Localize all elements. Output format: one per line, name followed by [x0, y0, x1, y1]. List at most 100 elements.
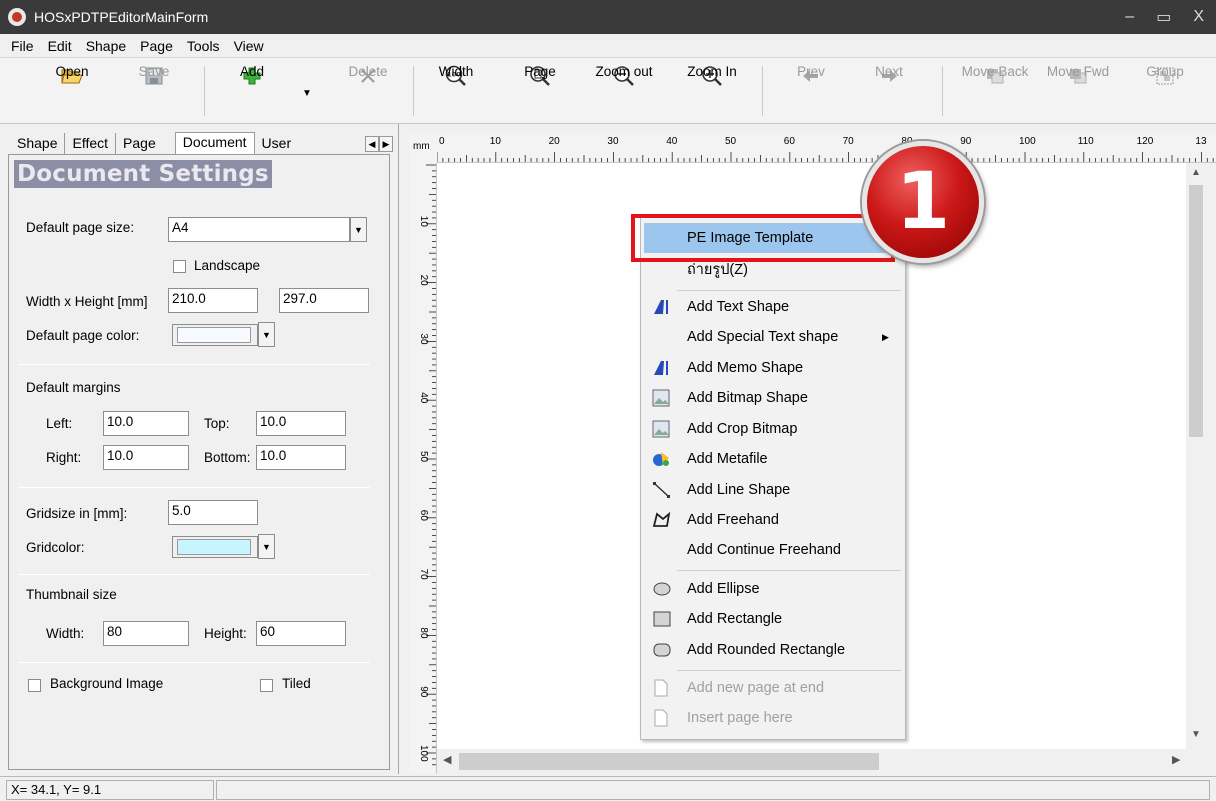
left-margin-field[interactable]: 10.0	[103, 411, 189, 436]
minimize-button[interactable]: ‒	[1125, 8, 1134, 26]
ruler-tick-label: 100	[1019, 136, 1036, 147]
ruler-tick-label: 60	[784, 136, 796, 147]
background-image-checkbox[interactable]	[28, 679, 41, 692]
step-callout-badge: 1	[862, 141, 984, 263]
ruler-tick-label: 10	[418, 216, 429, 228]
chevron-down-icon[interactable]: ▼	[258, 322, 275, 347]
tab-user[interactable]: User	[255, 133, 299, 154]
open-button[interactable]: Open	[36, 64, 108, 120]
tab-page[interactable]: Page	[116, 133, 163, 154]
vertical-scroll-thumb[interactable]	[1189, 185, 1203, 437]
menu-item-add-freehand[interactable]: Add Freehand	[644, 505, 902, 535]
scroll-down-icon[interactable]: ▼	[1191, 729, 1201, 740]
maximize-button[interactable]: ▭	[1156, 7, 1171, 27]
text-shape-icon	[652, 298, 672, 316]
zoom-out-button[interactable]: Zoom out	[588, 64, 660, 120]
ruler-tick-label: 30	[418, 333, 429, 345]
page-color-label: Default page color:	[26, 328, 140, 343]
menu-item-add-crop-bitmap[interactable]: Add Crop Bitmap	[644, 414, 902, 444]
tab-shape[interactable]: Shape	[10, 133, 66, 154]
horizontal-scrollbar[interactable]: ◀ ▶	[437, 749, 1186, 774]
menu-item-add-new-page-at-end[interactable]: Add new page at end	[644, 673, 902, 703]
ruler-tick-label: 40	[418, 392, 429, 404]
horizontal-scroll-thumb[interactable]	[459, 753, 879, 770]
right-margin-field[interactable]: 10.0	[103, 445, 189, 470]
context-menu: PE Image Template ถ่ายรูป(Z) Add Text Sh…	[640, 217, 906, 740]
bitmap-icon	[652, 389, 672, 407]
menu-item-add-special-text-shape[interactable]: Add Special Text shape ▶	[644, 322, 902, 352]
menu-file[interactable]: File	[4, 38, 41, 54]
page-size-select[interactable]: A4	[168, 217, 350, 242]
menu-page[interactable]: Page	[133, 38, 180, 54]
horizontal-ruler-ticks: 0 10 20 30 40 50 60 70 80 90 100 110 120 13	[437, 136, 1214, 162]
group-button[interactable]: Group	[1130, 64, 1200, 120]
thumbnail-size-label: Thumbnail size	[26, 587, 117, 602]
menu-item-add-continue-freehand[interactable]: Add Continue Freehand	[644, 535, 902, 565]
landscape-checkbox[interactable]	[173, 260, 186, 273]
tab-effect[interactable]: Effect	[65, 133, 117, 154]
menu-item-add-bitmap-shape[interactable]: Add Bitmap Shape	[644, 383, 902, 413]
page-width-field[interactable]: 210.0	[168, 288, 258, 313]
menu-item-label: Add Crop Bitmap	[687, 421, 798, 437]
page-color-swatch[interactable]	[172, 324, 258, 346]
add-button[interactable]: Add	[216, 64, 288, 120]
menu-item-add-ellipse[interactable]: Add Ellipse	[644, 574, 902, 604]
vertical-scrollbar[interactable]: ▲ ▼	[1186, 163, 1206, 749]
menu-view[interactable]: View	[227, 38, 271, 54]
close-button[interactable]: X	[1193, 8, 1204, 26]
memo-shape-icon	[652, 359, 672, 377]
menu-item-add-text-shape[interactable]: Add Text Shape	[644, 292, 902, 322]
tab-scroll-left-icon[interactable]: ◀	[365, 136, 379, 152]
ruler-tick-label: 120	[1137, 136, 1154, 147]
menu-item-add-line-shape[interactable]: Add Line Shape	[644, 475, 902, 505]
gridcolor-swatch[interactable]	[172, 536, 258, 558]
add-dropdown-icon[interactable]: ▼	[302, 88, 312, 99]
zoom-in-label: Zoom In	[687, 64, 737, 79]
ruler-tick-label: 100	[418, 745, 429, 762]
thumb-width-field[interactable]: 80	[103, 621, 189, 646]
zoom-page-button[interactable]: Page	[504, 64, 576, 120]
menu-item-label: Add Bitmap Shape	[687, 390, 808, 406]
menu-item-insert-page-here[interactable]: Insert page here	[644, 703, 902, 733]
chevron-down-icon[interactable]: ▼	[258, 534, 275, 559]
page-icon	[652, 679, 672, 697]
ruler-tick-label: 40	[666, 136, 678, 147]
save-button[interactable]: Save	[118, 64, 190, 120]
menu-item-add-memo-shape[interactable]: Add Memo Shape	[644, 353, 902, 383]
menu-item-add-metafile[interactable]: Add Metafile	[644, 444, 902, 474]
scroll-left-icon[interactable]: ◀	[443, 753, 451, 766]
delete-button[interactable]: Delete	[332, 64, 404, 120]
page-label: Page	[524, 64, 556, 79]
move-fwd-button[interactable]: Move Fwd	[1038, 64, 1118, 120]
zoom-in-button[interactable]: Zoom In	[676, 64, 748, 120]
move-back-button[interactable]: Move Back	[952, 64, 1038, 120]
prev-button[interactable]: Prev	[775, 64, 847, 120]
width-height-label: Width x Height [mm]	[26, 294, 148, 309]
divider	[18, 364, 370, 365]
menu-edit[interactable]: Edit	[41, 38, 79, 54]
tiled-checkbox[interactable]	[260, 679, 273, 692]
scroll-up-icon[interactable]: ▲	[1191, 167, 1201, 178]
gridcolor-label: Gridcolor:	[26, 540, 85, 555]
top-margin-field[interactable]: 10.0	[256, 411, 346, 436]
scroll-right-icon[interactable]: ▶	[1172, 753, 1180, 766]
ruler-tick-label: 13	[1195, 136, 1207, 147]
next-button[interactable]: Next	[853, 64, 925, 120]
menu-item-add-rectangle[interactable]: Add Rectangle	[644, 604, 902, 634]
menu-tools[interactable]: Tools	[180, 38, 227, 54]
metafile-icon	[652, 450, 672, 468]
page-height-field[interactable]: 297.0	[279, 288, 369, 313]
ruler-tick-label: 70	[843, 136, 855, 147]
bottom-margin-field[interactable]: 10.0	[256, 445, 346, 470]
menu-item-add-rounded-rectangle[interactable]: Add Rounded Rectangle	[644, 635, 902, 665]
save-label: Save	[138, 64, 170, 79]
tiled-label: Tiled	[282, 676, 311, 691]
gridsize-field[interactable]: 5.0	[168, 500, 258, 525]
chevron-down-icon[interactable]: ▼	[350, 217, 367, 242]
tab-scroll-right-icon[interactable]: ▶	[379, 136, 393, 152]
horizontal-ruler: 0 10 20 30 40 50 60 70 80 90 100 110 120 13	[437, 133, 1216, 163]
menu-shape[interactable]: Shape	[79, 38, 133, 54]
thumb-height-field[interactable]: 60	[256, 621, 346, 646]
zoom-width-button[interactable]: 100 Width	[420, 64, 492, 120]
tab-document[interactable]: Document	[174, 132, 255, 155]
